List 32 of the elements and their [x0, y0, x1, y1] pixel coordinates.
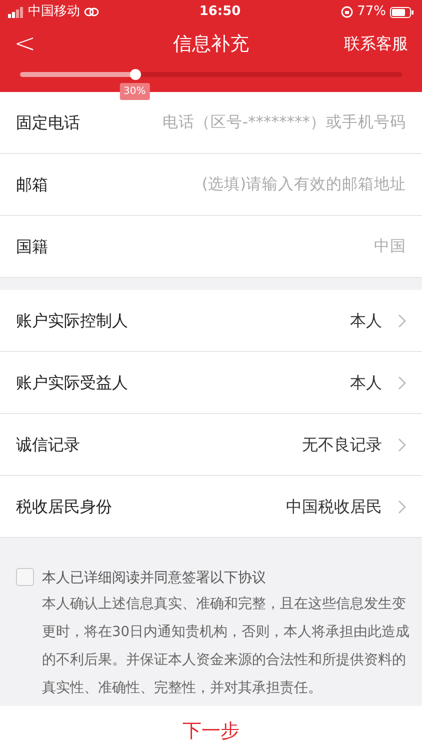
link-icon: [84, 7, 99, 17]
agreement-text: 本人确认上述信息真实、准确和完整，且在这些信息发生变更时，将在30日内通知贵机构，否则，本人将承担由此造成的不利后果。并保证本人资金来源的合法性和所提供资料的真实性、准确性、完整性，并对其承担责任。: [42, 595, 411, 698]
selected-value[interactable]: 无不良记录: [302, 432, 382, 456]
field-label: 诚信记录: [16, 434, 80, 456]
chevron-icon: [398, 438, 406, 452]
progress-label: 30%: [119, 83, 150, 100]
back-button[interactable]: <: [14, 31, 36, 57]
selected-value[interactable]: 本人: [350, 370, 382, 394]
carrier-name: 中国移动: [28, 3, 80, 22]
clock-time: 16:50: [199, 3, 241, 22]
chevron-icon: [398, 314, 406, 328]
field-label: 邮箱: [16, 174, 48, 196]
chevron-icon: [398, 376, 406, 390]
checkbox[interactable]: [16, 568, 34, 586]
page-title: 信息补充: [173, 32, 249, 57]
battery-percent: 77%: [357, 3, 386, 22]
battery-icon: [390, 6, 414, 18]
signal-icon: [8, 6, 24, 18]
field-label: 账户实际控制人: [16, 310, 128, 332]
field-label: 国籍: [16, 236, 48, 258]
chevron-icon: [398, 500, 406, 514]
input-field[interactable]: 电话（区号-********）或手机号码: [96, 110, 406, 134]
agreement-title[interactable]: 本人已详细阅读并同意签署以下协议: [42, 566, 416, 590]
selected-value[interactable]: 中国税收居民: [286, 494, 382, 518]
next-button[interactable]: 下一步: [0, 706, 422, 750]
field-label: 账户实际受益人: [16, 372, 128, 394]
rotation-lock-icon: [341, 6, 354, 18]
selected-value[interactable]: 本人: [350, 308, 382, 332]
field-label: 固定电话: [16, 112, 80, 134]
input-field[interactable]: (选填)请输入有效的邮箱地址: [64, 172, 406, 196]
contact-service-link[interactable]: 联系客服: [344, 32, 408, 56]
field-label: 税收居民身份: [16, 496, 112, 518]
